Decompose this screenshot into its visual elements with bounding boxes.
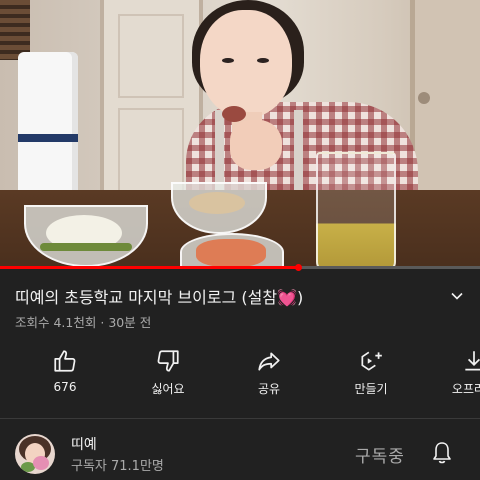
download-label: 오프라인: [451, 382, 480, 396]
herbs: [40, 243, 132, 251]
bell-icon[interactable]: [430, 440, 454, 466]
heart-emoji: 💓: [277, 288, 298, 307]
video-title-close: ): [297, 288, 304, 307]
channel-avatar[interactable]: [15, 434, 55, 474]
kimchi-bowl: [180, 233, 284, 268]
subscriber-count: 구독자 71.1만명: [71, 459, 164, 474]
download-button[interactable]: 오프라인: [434, 348, 480, 397]
video-title-row[interactable]: 띠예의 초등학교 마지막 브이로그 (설참💓): [15, 284, 467, 310]
girl-hand: [230, 120, 282, 170]
video-progress-fill: [0, 266, 298, 269]
drink-glass: [316, 152, 396, 268]
video-frame-shelf: [0, 0, 30, 60]
view-count: 조회수 4.1천회: [15, 315, 97, 330]
subscribed-button[interactable]: 구독중: [355, 442, 405, 467]
thumbs-up-icon: [54, 350, 76, 372]
create-button[interactable]: 만들기: [331, 348, 411, 397]
door-panel: [118, 108, 184, 192]
video-player[interactable]: [0, 0, 480, 268]
avatar-flower: [33, 456, 49, 470]
girl-face: [200, 10, 292, 118]
like-count: 676: [53, 380, 77, 394]
create-icon: [361, 351, 382, 371]
side-food: [189, 192, 245, 214]
share-button[interactable]: 공유: [229, 348, 309, 397]
girl-mouth: [222, 106, 246, 122]
air-purifier: [18, 52, 78, 202]
share-label: 공유: [257, 382, 281, 396]
kimchi: [196, 239, 266, 267]
like-button[interactable]: 676: [25, 348, 105, 394]
thumbs-down-icon: [157, 350, 179, 372]
girl-eye: [222, 58, 234, 63]
door-knob: [418, 92, 430, 104]
channel-name[interactable]: 띠예: [71, 434, 97, 454]
chevron-down-icon[interactable]: [449, 288, 465, 304]
meta-separator: ·: [100, 315, 105, 330]
girl-eye: [257, 58, 269, 63]
door-panel: [118, 14, 184, 98]
channel-row: 띠예 구독자 71.1만명 구독중: [0, 420, 480, 480]
video-scrubber-handle[interactable]: [294, 264, 302, 271]
upload-time: 30분 전: [108, 315, 152, 330]
video-meta: 조회수 4.1천회 · 30분 전: [15, 312, 151, 331]
divider: [0, 418, 480, 419]
create-label: 만들기: [354, 382, 388, 396]
video-title-text: 띠예의 초등학교 마지막 브이로그 (설참: [15, 288, 278, 307]
download-icon: [465, 351, 480, 371]
dislike-button[interactable]: 싫어요: [128, 348, 208, 397]
dislike-label: 싫어요: [151, 382, 185, 396]
video-title[interactable]: 띠예의 초등학교 마지막 브이로그 (설참💓): [15, 284, 303, 308]
video-progress-bar[interactable]: [0, 264, 480, 271]
action-bar: 676 싫어요 공유 만들기 오프라인: [0, 348, 480, 404]
share-icon: [258, 352, 280, 371]
purifier-band: [18, 134, 78, 142]
